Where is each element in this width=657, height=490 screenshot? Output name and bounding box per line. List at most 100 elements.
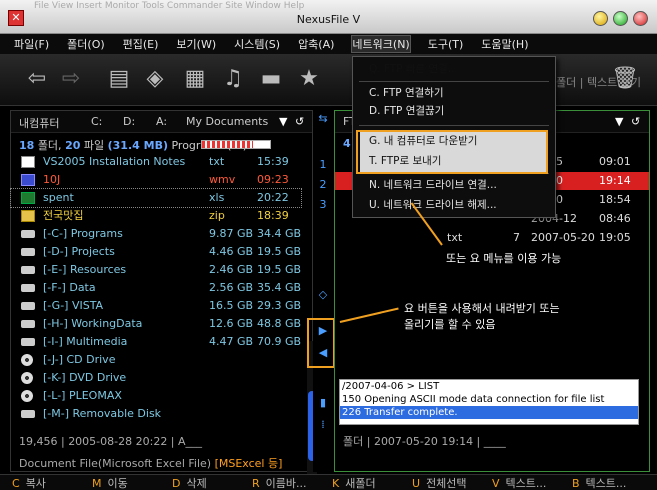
diamond-icon[interactable]: ◇ bbox=[313, 288, 333, 301]
file-col2: 12.6 GB bbox=[209, 317, 254, 330]
minimize-button[interactable] bbox=[593, 11, 608, 26]
fkey-label: 텍스트... bbox=[585, 477, 627, 490]
file-row[interactable]: [-H-] WorkingData 12.6 GB 48.8 GB bbox=[11, 315, 301, 333]
file-row[interactable]: VS2005 Installation Notes txt 15:39 bbox=[11, 153, 301, 171]
fkey-u[interactable]: U 전체선택 bbox=[400, 475, 480, 490]
grip-icon[interactable]: ⁞ bbox=[313, 418, 333, 431]
right-chevron-down-icon[interactable]: ▼ bbox=[615, 115, 623, 128]
path-segment-a[interactable]: A: bbox=[156, 115, 167, 128]
swap-panes-icon[interactable]: ⇆ bbox=[313, 112, 333, 125]
fkey-label: 새폴더 bbox=[345, 477, 376, 490]
fkey-r[interactable]: R 이름바... bbox=[240, 475, 320, 490]
file-row[interactable]: [-F-] Data 2.56 GB 35.4 GB bbox=[11, 279, 301, 297]
folder-count-unit: 폴더, bbox=[37, 139, 62, 152]
path-segment-mydocs[interactable]: My Documents bbox=[186, 115, 268, 128]
file-name: VS2005 Installation Notes bbox=[43, 155, 186, 168]
back-arrow-icon[interactable]: ⇦ bbox=[22, 64, 52, 94]
file-col2: zip bbox=[209, 209, 225, 222]
file-type-text: Document File(Microsoft Excel File) bbox=[19, 457, 212, 470]
file-row[interactable]: [-D-] Projects 4.46 GB 19.5 GB bbox=[11, 243, 301, 261]
file-col3: 29.3 GB bbox=[257, 299, 302, 312]
menu-0[interactable]: 파일(F) bbox=[14, 36, 49, 52]
button-annotation-text-2: 올리기를 할 수 있음 bbox=[404, 318, 496, 331]
fkey-k[interactable]: K 새폴더 bbox=[320, 475, 400, 490]
ftp-log-line: 150 Opening ASCII mode data connection f… bbox=[342, 394, 605, 405]
refresh-icon[interactable]: ↺ bbox=[295, 115, 304, 128]
fkey-b[interactable]: B 텍스트... bbox=[560, 475, 640, 490]
menu-separator bbox=[359, 125, 549, 126]
music-icon[interactable]: ♫ bbox=[218, 64, 248, 94]
file-row[interactable]: [-L-] PLEOMAX bbox=[11, 387, 301, 405]
file-row[interactable]: [-M-] Removable Disk bbox=[11, 405, 301, 423]
fkey-v[interactable]: V 텍스트... bbox=[480, 475, 560, 490]
video-icon[interactable]: ▬ bbox=[256, 64, 286, 94]
file-count-unit: 파일 bbox=[83, 139, 105, 152]
file-row[interactable]: [-G-] VISTA 16.5 GB 29.3 GB bbox=[11, 297, 301, 315]
file-row[interactable]: [-I-] Multimedia 4.47 GB 70.9 GB bbox=[11, 333, 301, 351]
pane-number-2[interactable]: 2 bbox=[313, 178, 333, 191]
menu-6[interactable]: 네트워크(N) bbox=[351, 35, 411, 53]
image-icon[interactable]: ▤ bbox=[104, 64, 134, 94]
file-name: [-G-] VISTA bbox=[43, 299, 104, 312]
path-segment-d[interactable]: D: bbox=[123, 115, 135, 128]
fkey-letter: M bbox=[92, 477, 102, 490]
menu-8[interactable]: 도움말(H) bbox=[481, 36, 528, 52]
fkey-m[interactable]: M 이동 bbox=[80, 475, 160, 490]
network-menu-item-5[interactable]: N. 네트워크 드라이브 연결... bbox=[369, 177, 497, 194]
chevron-down-icon[interactable]: ▼ bbox=[279, 115, 287, 128]
button-annotation-text-1: 요 버튼을 사용해서 내려받기 또는 bbox=[404, 302, 560, 315]
cd-file-icon bbox=[21, 372, 33, 384]
file-col2: 9.87 GB bbox=[209, 227, 254, 240]
file-name: [-F-] Data bbox=[43, 281, 96, 294]
remote-file-row[interactable]: txt 7 2007-05-20 19:05 bbox=[335, 229, 649, 247]
menu-7[interactable]: 도구(T) bbox=[428, 36, 464, 52]
network-menu-item-2[interactable]: D. FTP 연결끊기 bbox=[369, 103, 444, 120]
path-root[interactable]: 내컴퓨터 bbox=[19, 115, 59, 131]
pane-number-1[interactable]: 1 bbox=[313, 158, 333, 171]
menu-items-highlight bbox=[356, 130, 548, 174]
file-col3: 19.5 GB bbox=[257, 245, 302, 258]
fkey-letter: B bbox=[572, 477, 580, 490]
menu-separator bbox=[359, 81, 549, 82]
cd-file-icon bbox=[21, 390, 33, 402]
maximize-button[interactable] bbox=[613, 11, 628, 26]
signal-bars-icon[interactable]: ▮ bbox=[313, 396, 333, 409]
file-name: 전국맛집 bbox=[43, 209, 84, 222]
file-row[interactable]: [-J-] CD Drive bbox=[11, 351, 301, 369]
network-menu-item-6[interactable]: U. 네트워크 드라이브 해제... bbox=[369, 197, 497, 214]
drive-file-icon bbox=[21, 302, 35, 310]
pane-number-3[interactable]: 3 bbox=[313, 198, 333, 211]
fkey-d[interactable]: D 삭제 bbox=[160, 475, 240, 490]
close-button[interactable] bbox=[633, 11, 648, 26]
ftp-log-box[interactable]: /2007-04-06 > LIST 150 Opening ASCII mode… bbox=[339, 379, 639, 425]
path-segment-c[interactable]: C: bbox=[91, 115, 102, 128]
menu-2[interactable]: 편집(E) bbox=[123, 36, 159, 52]
gallery-icon[interactable]: ▦ bbox=[180, 64, 210, 94]
file-col2: 2.46 GB bbox=[209, 263, 254, 276]
menu-1[interactable]: 폴더(O) bbox=[67, 36, 104, 52]
favorites-star-icon[interactable]: ★ bbox=[294, 64, 324, 94]
drive-file-icon bbox=[21, 266, 35, 274]
remote-file-time: 19:05 bbox=[599, 231, 631, 244]
network-menu-item-0[interactable]: Q. FTP 빠른 연결... bbox=[369, 61, 458, 78]
menu-3[interactable]: 보기(W) bbox=[176, 36, 216, 52]
toolbar: ⇦ ⇨ ▤ ◈ ▦ ♫ ▬ ★ 폴더 | 텍스트 보기 🗑 bbox=[0, 54, 657, 106]
photos-icon[interactable]: ◈ bbox=[140, 64, 170, 94]
file-row[interactable]: [-E-] Resources 2.46 GB 19.5 GB bbox=[11, 261, 301, 279]
file-row[interactable]: 전국맛집 zip 18:39 bbox=[11, 207, 301, 225]
file-name: spent bbox=[43, 191, 74, 204]
network-menu-item-1[interactable]: C. FTP 연결하기 bbox=[369, 85, 444, 102]
drive-file-icon bbox=[21, 284, 35, 292]
menu-4[interactable]: 시스템(S) bbox=[234, 36, 280, 52]
trash-icon[interactable]: 🗑 bbox=[610, 64, 640, 94]
forward-arrow-icon[interactable]: ⇨ bbox=[56, 64, 86, 94]
file-row[interactable]: [-C-] Programs 9.87 GB 34.4 GB bbox=[11, 225, 301, 243]
menu-5[interactable]: 압축(A) bbox=[298, 36, 334, 52]
file-row[interactable]: spent xls 20:22 bbox=[10, 188, 302, 208]
fkey-c[interactable]: C 복사 bbox=[0, 475, 80, 490]
right-refresh-icon[interactable]: ↺ bbox=[631, 115, 640, 128]
file-row[interactable]: [-K-] DVD Drive bbox=[11, 369, 301, 387]
function-key-bar: C 복사 M 이동 D 삭제 R 이름바... K 새폴더 U 전체선택 V 텍스트... B 텍스트... bbox=[0, 474, 657, 490]
file-col3: 19.5 GB bbox=[257, 263, 302, 276]
file-row[interactable]: 10J wmv 09:23 bbox=[11, 171, 301, 189]
